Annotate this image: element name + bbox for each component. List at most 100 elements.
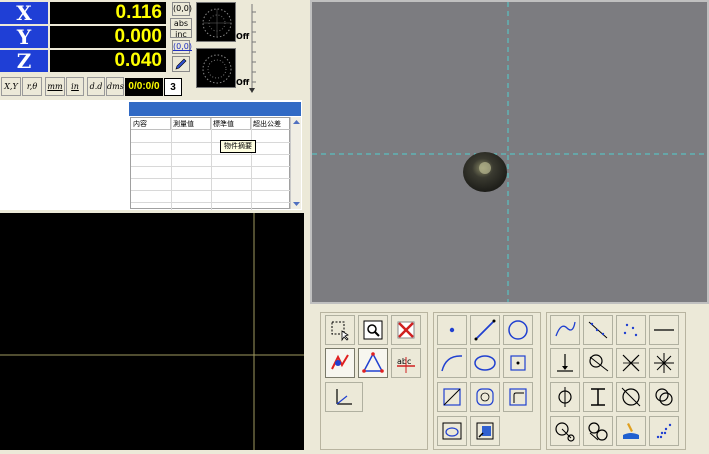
point-cloud-icon (623, 323, 638, 337)
pencil-icon (175, 58, 187, 70)
arc-tool-button[interactable] (437, 348, 467, 378)
z-axis-label: Z (0, 50, 48, 72)
perpendicular-icon (557, 354, 573, 372)
tangent-button[interactable] (583, 348, 613, 378)
select-area-button[interactable] (325, 315, 355, 345)
y-axis-label: Y (0, 26, 48, 48)
circle-line-button[interactable] (550, 382, 580, 412)
measurement-table: 内容 測量值 標準值 超出公差 (130, 117, 291, 210)
column-standard[interactable]: 標準值 (211, 118, 251, 130)
line-icon (474, 319, 496, 341)
ellipse-icon (474, 355, 496, 371)
edit-pencil-button[interactable] (172, 56, 190, 72)
star-construct-button[interactable] (649, 348, 679, 378)
auto-measure-icon (331, 354, 349, 370)
column-measured[interactable]: 測量值 (171, 118, 211, 130)
edge-detect-button[interactable] (358, 348, 388, 378)
column-out-of-tolerance[interactable]: 超出公差 (251, 118, 291, 130)
surface-light-icon (202, 54, 232, 84)
abs-label: abs (173, 19, 189, 28)
rounded-rect-button[interactable] (503, 382, 533, 412)
xy-coord-button[interactable]: X,Y (1, 77, 21, 96)
star-icon (654, 353, 674, 373)
rectangle-tool-button[interactable] (437, 382, 467, 412)
mm-unit-button[interactable]: mm (45, 77, 65, 96)
feature-summary-tooltip: 物件摘要 (220, 140, 256, 153)
i-beam-icon (591, 388, 605, 406)
circle-diagonal-icon (621, 387, 641, 407)
perpendicular-button[interactable] (550, 348, 580, 378)
horizontal-line-button[interactable] (649, 315, 679, 345)
point-tool-button[interactable] (437, 315, 467, 345)
ellipse-tool-button[interactable] (470, 348, 500, 378)
crosshair-overlay (312, 2, 707, 302)
abs-inc-toggle[interactable]: abs inc (170, 18, 192, 40)
rounded-rect-icon (509, 388, 527, 406)
light-control-top[interactable] (196, 2, 236, 42)
auto-measure-button[interactable] (325, 348, 355, 378)
set-origin-button[interactable]: (0,0) (172, 2, 192, 16)
line-fit-icon (588, 321, 608, 339)
circle-distance-button[interactable] (550, 416, 580, 446)
coordinate-system-icon (336, 389, 352, 405)
horizontal-line-icon (654, 329, 674, 331)
intersection-icon (622, 354, 640, 372)
dms-degree-button[interactable]: dms (106, 77, 124, 96)
inch-unit-button[interactable]: in (66, 77, 84, 96)
decimal-degree-button[interactable]: d.d (87, 77, 105, 96)
z-axis-value: 0.040 (50, 50, 166, 72)
svg-text:abc: abc (397, 357, 411, 366)
inc-label: inc (171, 29, 191, 40)
slot-icon (476, 388, 494, 406)
light-intensity-slider[interactable] (248, 2, 258, 94)
i-beam-button[interactable] (583, 382, 613, 412)
feature-counter: 0/0:0/0 (125, 78, 163, 96)
x-axis-label: X (0, 2, 48, 24)
tangent-icon (589, 354, 609, 372)
curve-tool-button[interactable] (550, 315, 580, 345)
point-icon (449, 327, 455, 333)
curve-icon (555, 321, 576, 337)
circle-pair-button[interactable] (583, 416, 613, 446)
circle-icon (508, 320, 528, 340)
line-fit-button[interactable] (583, 315, 613, 345)
circle-pair-icon (588, 422, 608, 441)
point-cloud-button[interactable] (616, 315, 646, 345)
text-label-button[interactable]: abc (391, 348, 421, 378)
center-point-icon (510, 355, 526, 371)
edge-detect-icon (362, 352, 384, 373)
paint-button[interactable] (616, 416, 646, 446)
light-control-bottom[interactable] (196, 48, 236, 88)
center-point-button[interactable] (503, 348, 533, 378)
coordinate-system-button[interactable] (325, 382, 363, 412)
y-axis-value: 0.000 (50, 26, 166, 48)
export-button[interactable] (470, 416, 500, 446)
rectangle-icon (443, 388, 461, 406)
text-label-icon: abc (397, 357, 415, 373)
paint-icon (623, 423, 639, 439)
line-tool-button[interactable] (470, 315, 500, 345)
slot-tool-button[interactable] (470, 382, 500, 412)
point-scatter-icon (656, 423, 672, 439)
intersection-button[interactable] (616, 348, 646, 378)
camera-view[interactable] (310, 0, 709, 304)
circle-tool-button[interactable] (503, 315, 533, 345)
two-circles-button[interactable] (649, 382, 679, 412)
feature-index[interactable]: 3 (164, 78, 182, 96)
probe-tool-button[interactable] (437, 416, 467, 446)
circle-diagonal-button[interactable] (616, 382, 646, 412)
select-area-icon (331, 321, 349, 342)
zoom-window-button[interactable] (358, 315, 388, 345)
ring-light-icon (202, 8, 232, 38)
column-content[interactable]: 内容 (131, 118, 171, 130)
delete-feature-icon (397, 321, 415, 339)
polar-coord-button[interactable]: r,θ (22, 77, 42, 96)
graphics-view[interactable] (0, 213, 304, 450)
two-circles-icon (655, 388, 673, 406)
probe-icon (442, 422, 462, 440)
zero-origin-button[interactable]: (0,0) (172, 40, 192, 54)
point-scatter-button[interactable] (649, 416, 679, 446)
delete-feature-button[interactable] (391, 315, 421, 345)
table-scrollbar[interactable] (290, 117, 301, 209)
arc-icon (441, 355, 463, 372)
